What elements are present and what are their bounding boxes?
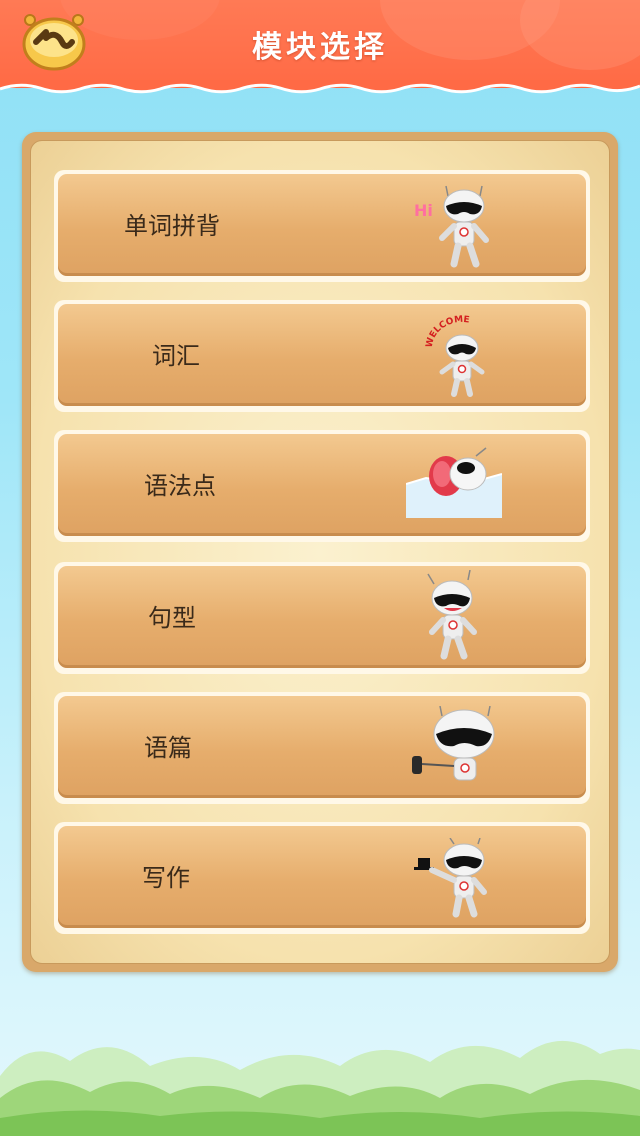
back-button[interactable] bbox=[20, 12, 88, 72]
header-wave bbox=[0, 80, 640, 94]
robot-standing-icon bbox=[427, 570, 477, 660]
robot-hi-icon: Hi bbox=[414, 185, 489, 268]
robot-sleeping-icon bbox=[406, 447, 502, 518]
back-arrow-icon bbox=[22, 14, 86, 71]
page-title: 模块选择 bbox=[252, 30, 388, 65]
robot-guitar-icon bbox=[412, 706, 495, 781]
module-label: 单词拼背 bbox=[124, 212, 220, 240]
robot-welcome-icon: WELCOME bbox=[425, 315, 485, 397]
module-button-vocabulary[interactable]: 词汇 WELCOME bbox=[54, 300, 590, 412]
module-button-sentence-pattern[interactable]: 句型 bbox=[54, 562, 590, 674]
robot-caption: Hi bbox=[414, 201, 433, 220]
grass-hills bbox=[0, 1040, 640, 1136]
module-label: 词汇 bbox=[152, 342, 200, 370]
module-label: 句型 bbox=[148, 604, 196, 632]
top-bar: 模块选择 bbox=[0, 0, 640, 88]
robot-hat-icon bbox=[414, 838, 487, 918]
module-button-discourse[interactable]: 语篇 bbox=[54, 692, 590, 804]
module-label: 语法点 bbox=[144, 472, 216, 500]
module-button-word-spelling[interactable]: 单词拼背 Hi bbox=[54, 170, 590, 282]
module-button-grammar[interactable]: 语法点 bbox=[54, 430, 590, 542]
module-label: 语篇 bbox=[144, 734, 192, 762]
module-label: 写作 bbox=[142, 864, 190, 892]
module-button-writing[interactable]: 写作 bbox=[54, 822, 590, 934]
